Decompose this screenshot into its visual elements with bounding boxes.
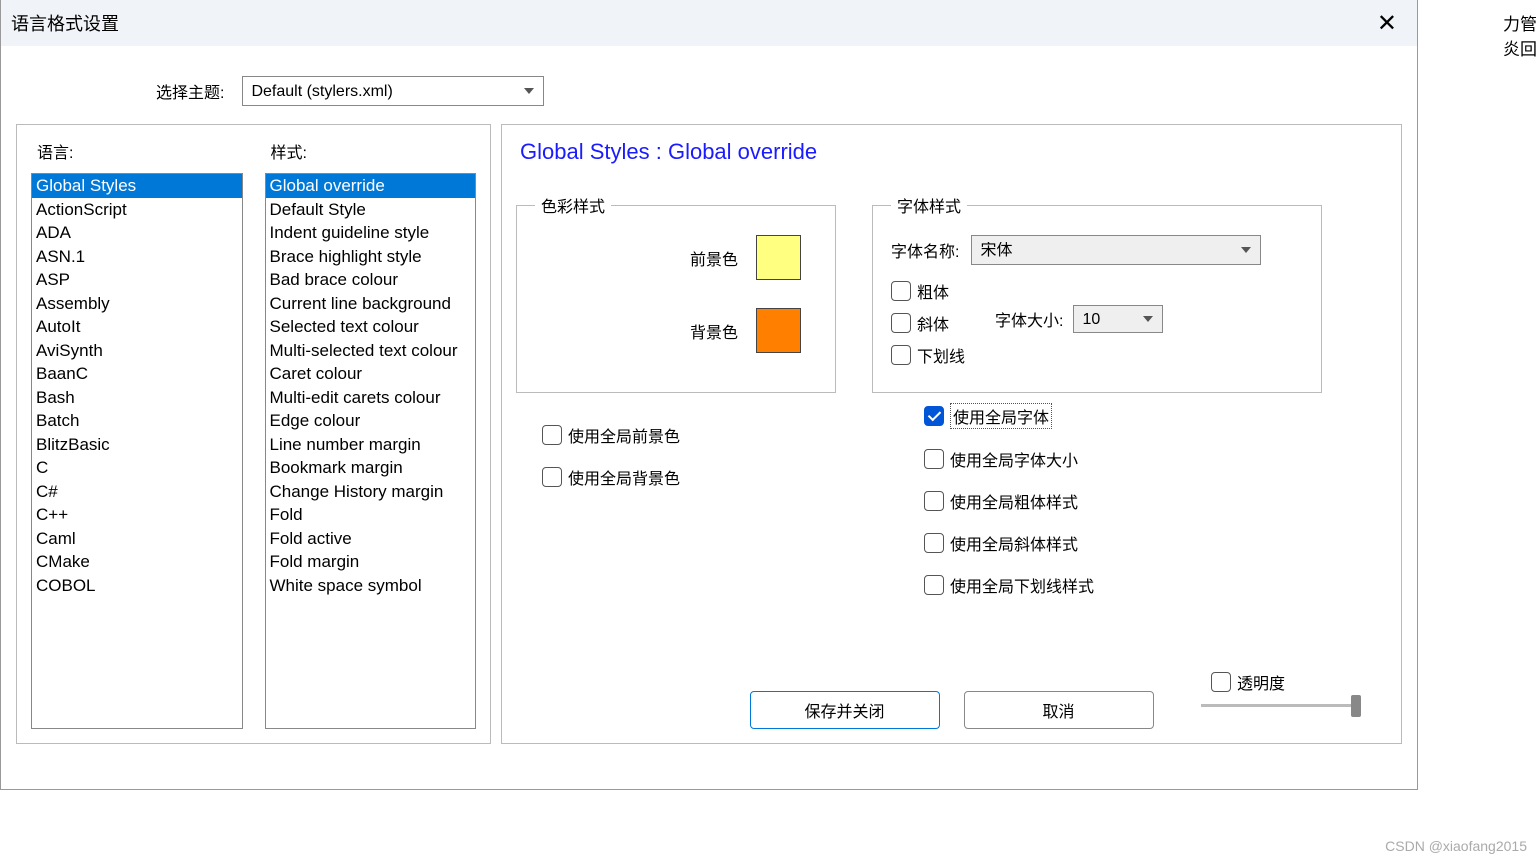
foreground-color-swatch[interactable] bbox=[756, 235, 801, 280]
transparency-label[interactable]: 透明度 bbox=[1237, 670, 1285, 694]
background-color-swatch[interactable] bbox=[756, 308, 801, 353]
use-global-italic-checkbox[interactable] bbox=[924, 533, 944, 553]
list-item[interactable]: Assembly bbox=[32, 292, 242, 316]
background-label: 背景色 bbox=[690, 319, 738, 343]
font-size-select[interactable]: 10 bbox=[1073, 305, 1163, 333]
font-name-select[interactable]: 宋体 bbox=[971, 235, 1261, 265]
list-item[interactable]: Bash bbox=[32, 386, 242, 410]
list-item[interactable]: CMake bbox=[32, 550, 242, 574]
list-item[interactable]: Change History margin bbox=[266, 480, 476, 504]
list-item[interactable]: BaanC bbox=[32, 362, 242, 386]
list-item[interactable]: Edge colour bbox=[266, 409, 476, 433]
list-item[interactable]: ActionScript bbox=[32, 198, 242, 222]
use-global-bg-label[interactable]: 使用全局背景色 bbox=[568, 465, 680, 489]
list-item[interactable]: Fold active bbox=[266, 527, 476, 551]
list-item[interactable]: Line number margin bbox=[266, 433, 476, 457]
bold-checkbox[interactable] bbox=[891, 281, 911, 301]
font-name-label: 字体名称: bbox=[891, 238, 959, 262]
list-item[interactable]: AviSynth bbox=[32, 339, 242, 363]
italic-label[interactable]: 斜体 bbox=[917, 311, 949, 335]
list-item[interactable]: C# bbox=[32, 480, 242, 504]
theme-select[interactable]: Default (stylers.xml) bbox=[242, 76, 544, 106]
list-item[interactable]: Indent guideline style bbox=[266, 221, 476, 245]
list-item[interactable]: Default Style bbox=[266, 198, 476, 222]
language-listbox[interactable]: Global StylesActionScriptADAASN.1ASPAsse… bbox=[31, 173, 243, 729]
list-item[interactable]: Bad brace colour bbox=[266, 268, 476, 292]
title-bar: 语言格式设置 ✕ bbox=[1, 0, 1417, 46]
style-listbox[interactable]: Global overrideDefault StyleIndent guide… bbox=[265, 173, 477, 729]
list-item[interactable]: Fold bbox=[266, 503, 476, 527]
italic-checkbox[interactable] bbox=[891, 313, 911, 333]
font-size-label: 字体大小: bbox=[995, 307, 1063, 331]
style-list-label: 样式: bbox=[265, 139, 477, 163]
list-item[interactable]: White space symbol bbox=[266, 574, 476, 598]
list-item[interactable]: C++ bbox=[32, 503, 242, 527]
transparency-checkbox[interactable] bbox=[1211, 672, 1231, 692]
list-item[interactable]: Fold margin bbox=[266, 550, 476, 574]
style-configurator-dialog: 语言格式设置 ✕ 选择主题: Default (stylers.xml) 语言:… bbox=[0, 0, 1418, 790]
left-panel: 语言: Global StylesActionScriptADAASN.1ASP… bbox=[16, 124, 491, 744]
use-global-font-label[interactable]: 使用全局字体 bbox=[950, 403, 1052, 429]
transparency-control: 透明度 bbox=[1211, 670, 1361, 707]
use-global-underline-checkbox[interactable] bbox=[924, 575, 944, 595]
cancel-button[interactable]: 取消 bbox=[964, 691, 1154, 729]
list-item[interactable]: Multi-selected text colour bbox=[266, 339, 476, 363]
foreground-label: 前景色 bbox=[690, 246, 738, 270]
list-item[interactable]: Global Styles bbox=[32, 174, 242, 198]
use-global-fg-label[interactable]: 使用全局前景色 bbox=[568, 423, 680, 447]
color-style-group: 色彩样式 前景色 背景色 bbox=[516, 193, 836, 393]
font-style-group: 字体样式 字体名称: 宋体 粗体 斜体 下划线 bbox=[872, 193, 1322, 393]
list-item[interactable]: Bookmark margin bbox=[266, 456, 476, 480]
color-legend: 色彩样式 bbox=[535, 193, 611, 217]
use-global-fg-checkbox[interactable] bbox=[542, 425, 562, 445]
watermark: CSDN @xiaofang2015 bbox=[1385, 838, 1527, 854]
list-item[interactable]: C bbox=[32, 456, 242, 480]
list-item[interactable]: Selected text colour bbox=[266, 315, 476, 339]
use-global-font-size-label[interactable]: 使用全局字体大小 bbox=[950, 447, 1078, 471]
underline-checkbox[interactable] bbox=[891, 345, 911, 365]
use-global-font-size-checkbox[interactable] bbox=[924, 449, 944, 469]
global-color-options: 使用全局前景色 使用全局背景色 bbox=[542, 423, 680, 489]
list-item[interactable]: AutoIt bbox=[32, 315, 242, 339]
theme-row: 选择主题: Default (stylers.xml) bbox=[156, 76, 1417, 106]
underline-label[interactable]: 下划线 bbox=[917, 343, 965, 367]
list-item[interactable]: Current line background bbox=[266, 292, 476, 316]
slider-thumb[interactable] bbox=[1351, 695, 1361, 717]
list-item[interactable]: ASP bbox=[32, 268, 242, 292]
transparency-slider[interactable] bbox=[1201, 704, 1361, 707]
use-global-italic-label[interactable]: 使用全局斜体样式 bbox=[950, 531, 1078, 555]
right-panel: Global Styles : Global override 色彩样式 前景色… bbox=[501, 124, 1402, 744]
list-item[interactable]: Batch bbox=[32, 409, 242, 433]
use-global-bold-checkbox[interactable] bbox=[924, 491, 944, 511]
use-global-bold-label[interactable]: 使用全局粗体样式 bbox=[950, 489, 1078, 513]
close-icon[interactable]: ✕ bbox=[1367, 5, 1407, 42]
list-item[interactable]: BlitzBasic bbox=[32, 433, 242, 457]
font-legend: 字体样式 bbox=[891, 193, 967, 217]
list-item[interactable]: Global override bbox=[266, 174, 476, 198]
theme-label: 选择主题: bbox=[156, 79, 224, 103]
bold-label[interactable]: 粗体 bbox=[917, 279, 949, 303]
dialog-title: 语言格式设置 bbox=[11, 10, 119, 36]
list-item[interactable]: Caml bbox=[32, 527, 242, 551]
list-item[interactable]: ADA bbox=[32, 221, 242, 245]
list-item[interactable]: ASN.1 bbox=[32, 245, 242, 269]
language-list-label: 语言: bbox=[31, 139, 243, 163]
list-item[interactable]: Multi-edit carets colour bbox=[266, 386, 476, 410]
list-item[interactable]: COBOL bbox=[32, 574, 242, 598]
use-global-font-checkbox[interactable] bbox=[924, 406, 944, 426]
style-header: Global Styles : Global override bbox=[516, 139, 1387, 165]
use-global-underline-label[interactable]: 使用全局下划线样式 bbox=[950, 573, 1094, 597]
use-global-bg-checkbox[interactable] bbox=[542, 467, 562, 487]
list-item[interactable]: Brace highlight style bbox=[266, 245, 476, 269]
background-app-text: 力管 炎回 bbox=[1503, 10, 1537, 60]
global-font-options: 使用全局字体 使用全局字体大小 使用全局粗体样式 使用全局斜体样式 使用全局下划… bbox=[924, 403, 1094, 597]
save-close-button[interactable]: 保存并关闭 bbox=[750, 691, 940, 729]
list-item[interactable]: Caret colour bbox=[266, 362, 476, 386]
